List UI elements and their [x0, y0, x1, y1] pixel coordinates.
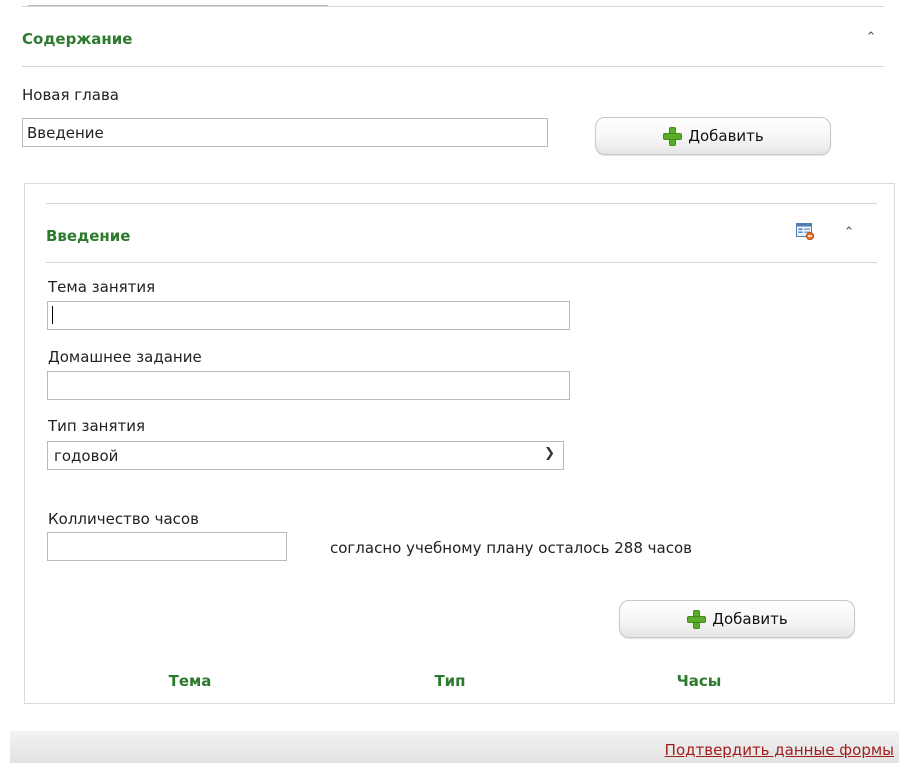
plus-icon — [686, 609, 707, 629]
add-chapter-button-label: Добавить — [688, 127, 764, 145]
content-section-title: Содержание — [22, 30, 133, 48]
column-header-hours[interactable]: Часы — [649, 672, 749, 690]
topic-input[interactable] — [47, 301, 570, 330]
column-header-type[interactable]: Тип — [400, 672, 500, 690]
hours-label: Колличество часов — [48, 510, 199, 528]
content-section-header: Содержание ⌃ — [22, 24, 884, 67]
column-header-topic[interactable]: Тема — [140, 672, 240, 690]
homework-label: Домашнее задание — [48, 348, 202, 366]
footer-bar: Подтвердить данные формы — [10, 731, 899, 763]
hours-remaining-hint: согласно учебному плану осталось 288 час… — [330, 539, 692, 557]
topic-label: Тема занятия — [48, 278, 156, 296]
chapter-collapse-caret-icon[interactable]: ⌃ — [842, 225, 856, 239]
properties-icon[interactable] — [796, 222, 814, 240]
hours-input[interactable] — [47, 532, 287, 561]
new-chapter-label: Новая глава — [22, 86, 119, 104]
divider-top — [22, 6, 884, 7]
plus-icon — [662, 126, 683, 146]
add-chapter-button[interactable]: Добавить — [595, 117, 831, 155]
collapse-caret-icon[interactable]: ⌃ — [864, 30, 878, 44]
new-chapter-input[interactable] — [22, 118, 548, 147]
chapter-title: Введение — [46, 227, 131, 245]
lesson-type-select[interactable]: годовой ❯ — [47, 441, 564, 470]
lesson-type-selected: годовой — [54, 447, 119, 465]
homework-input[interactable] — [47, 371, 570, 400]
confirm-form-link[interactable]: Подтвердить данные формы — [665, 741, 894, 759]
lesson-type-label: Тип занятия — [48, 417, 145, 435]
add-lesson-button[interactable]: Добавить — [619, 600, 855, 638]
text-cursor — [52, 306, 53, 324]
chapter-top-divider — [46, 203, 877, 204]
add-lesson-button-label: Добавить — [712, 610, 788, 628]
chapter-header-divider — [46, 262, 877, 263]
chevron-down-icon: ❯ — [544, 446, 555, 461]
